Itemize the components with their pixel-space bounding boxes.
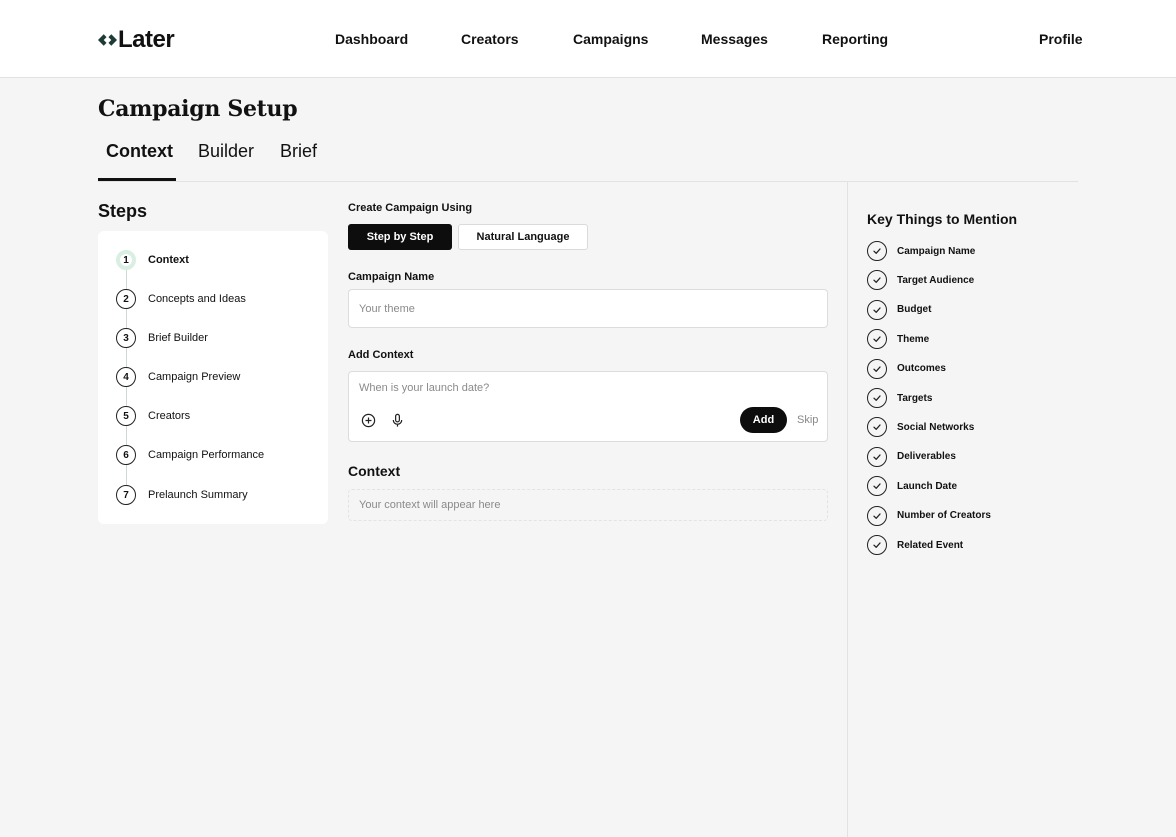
add-context-box: Add Skip bbox=[348, 371, 828, 442]
tab-brief[interactable]: Brief bbox=[280, 141, 317, 162]
add-attachment-icon[interactable] bbox=[360, 412, 376, 428]
step-item-campaign-performance[interactable]: 6 Campaign Performance bbox=[116, 445, 264, 465]
step-item-context[interactable]: 1 Context bbox=[116, 250, 189, 270]
skip-button[interactable]: Skip bbox=[797, 414, 818, 426]
create-campaign-using-label: Create Campaign Using bbox=[348, 202, 473, 214]
step-label: Creators bbox=[148, 410, 191, 422]
step-number: 7 bbox=[116, 485, 136, 505]
step-label: Campaign Preview bbox=[148, 371, 241, 383]
nav-campaigns[interactable]: Campaigns bbox=[573, 31, 648, 47]
key-thing-label: Launch Date bbox=[897, 480, 958, 492]
key-thing-label: Targets bbox=[897, 392, 933, 404]
add-context-label: Add Context bbox=[348, 349, 414, 361]
key-thing-item: Outcomes bbox=[867, 358, 946, 379]
later-logo-icon bbox=[98, 34, 117, 46]
steps-heading: Steps bbox=[98, 201, 148, 221]
nav-reporting[interactable]: Reporting bbox=[822, 31, 888, 47]
nav-messages[interactable]: Messages bbox=[701, 31, 768, 47]
key-thing-label: Number of Creators bbox=[897, 510, 991, 522]
checkmark-circle-icon bbox=[867, 417, 887, 438]
step-item-brief-builder[interactable]: 3 Brief Builder bbox=[116, 328, 208, 348]
key-things-heading: Key Things to Mention bbox=[867, 211, 1018, 227]
key-thing-item: Social Networks bbox=[867, 417, 975, 438]
add-context-input[interactable] bbox=[349, 378, 809, 398]
step-number: 2 bbox=[116, 289, 136, 309]
nav-profile[interactable]: Profile bbox=[1039, 31, 1083, 47]
step-item-concepts-and-ideas[interactable]: 2 Concepts and Ideas bbox=[116, 289, 246, 309]
step-number: 6 bbox=[116, 445, 136, 465]
context-heading: Context bbox=[348, 463, 401, 479]
key-thing-label: Campaign Name bbox=[897, 245, 976, 257]
step-label: Concepts and Ideas bbox=[148, 293, 246, 305]
campaign-name-input[interactable] bbox=[348, 289, 828, 328]
natural-language-button[interactable]: Natural Language bbox=[458, 224, 588, 250]
checkmark-circle-icon bbox=[867, 358, 887, 379]
later-logo[interactable]: Later bbox=[98, 26, 175, 53]
checkmark-circle-icon bbox=[867, 388, 887, 408]
key-thing-item: Related Event bbox=[867, 535, 963, 555]
steps-card: 1 Context 2 Concepts and Ideas 3 Brief B… bbox=[98, 231, 328, 524]
step-by-step-button[interactable]: Step by Step bbox=[348, 224, 452, 250]
key-thing-label: Social Networks bbox=[897, 421, 975, 433]
checkmark-circle-icon bbox=[867, 446, 887, 467]
key-thing-item: Theme bbox=[867, 329, 930, 350]
key-thing-item: Deliverables bbox=[867, 446, 956, 467]
tab-context[interactable]: Context bbox=[106, 141, 173, 162]
key-thing-label: Deliverables bbox=[897, 451, 956, 463]
tab-builder[interactable]: Builder bbox=[198, 141, 254, 162]
key-thing-label: Budget bbox=[897, 304, 932, 316]
page-title: Campaign Setup bbox=[98, 96, 298, 122]
nav-creators[interactable]: Creators bbox=[461, 31, 519, 47]
step-item-creators[interactable]: 5 Creators bbox=[116, 406, 190, 426]
key-thing-label: Theme bbox=[897, 333, 930, 345]
key-thing-item: Targets bbox=[867, 388, 932, 408]
key-thing-item: Budget bbox=[867, 299, 932, 320]
step-label: Prelaunch Summary bbox=[148, 489, 248, 501]
key-thing-label: Related Event bbox=[897, 539, 964, 551]
key-thing-label: Outcomes bbox=[897, 363, 946, 375]
key-thing-item: Target Audience bbox=[867, 270, 975, 291]
checkmark-circle-icon bbox=[867, 476, 887, 497]
step-item-campaign-preview[interactable]: 4 Campaign Preview bbox=[116, 367, 240, 387]
microphone-icon[interactable] bbox=[389, 412, 405, 428]
step-item-prelaunch-summary[interactable]: 7 Prelaunch Summary bbox=[116, 485, 248, 505]
context-output-area: Your context will appear here bbox=[348, 489, 828, 521]
campaign-name-label: Campaign Name bbox=[348, 271, 435, 283]
checkmark-circle-icon bbox=[867, 505, 887, 526]
step-number: 4 bbox=[116, 367, 136, 387]
add-context-button[interactable]: Add bbox=[740, 407, 787, 433]
checkmark-circle-icon bbox=[867, 299, 887, 320]
tabs-divider bbox=[98, 181, 1078, 182]
step-label: Context bbox=[148, 254, 189, 266]
key-thing-item: Launch Date bbox=[867, 476, 958, 497]
step-label: Campaign Performance bbox=[148, 449, 265, 461]
key-thing-item: Campaign Name bbox=[867, 241, 975, 261]
nav-dashboard[interactable]: Dashboard bbox=[335, 31, 408, 47]
key-thing-item: Number of Creators bbox=[867, 505, 991, 526]
step-number: 1 bbox=[116, 250, 136, 270]
checkmark-circle-icon bbox=[867, 241, 887, 261]
step-number: 3 bbox=[116, 328, 136, 348]
logo-wordmark: Later bbox=[118, 26, 175, 53]
checkmark-circle-icon bbox=[867, 329, 887, 350]
step-number: 5 bbox=[116, 406, 136, 426]
top-navigation-bar: Later Dashboard Creators Campaigns Messa… bbox=[0, 0, 1176, 78]
right-panel-divider bbox=[847, 182, 848, 837]
key-thing-label: Target Audience bbox=[897, 274, 975, 286]
checkmark-circle-icon bbox=[867, 270, 887, 291]
step-label: Brief Builder bbox=[148, 332, 208, 344]
checkmark-circle-icon bbox=[867, 535, 887, 555]
